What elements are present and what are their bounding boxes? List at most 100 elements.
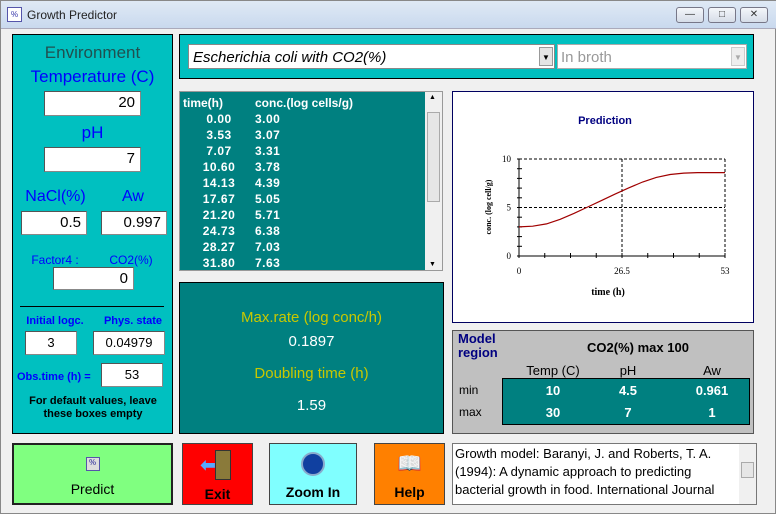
model-column-header: Aw [703,363,721,378]
scroll-down-icon[interactable]: ▼ [429,261,436,268]
book-icon: 📖 [397,453,422,475]
medium-select[interactable]: In broth ▼ [557,44,747,69]
table-row: 21.20 5.71 [183,207,353,223]
chart-svg: Prediction time (h) conc. (log cell/g) 0… [484,115,731,298]
conc-cell: 3.78 [255,160,281,174]
factor4-label: Factor4 : [31,253,79,267]
time-cell: 7.07 [206,144,232,158]
results-list[interactable]: time(h) conc.(log cells/g) 0.00 3.00 3.53 3.0… [179,91,443,271]
table-row: 14.13 4.39 [183,175,353,191]
conc-cell: 3.07 [255,128,281,142]
initial-label: Initial logc. [26,315,84,327]
model-cell: 30 [545,405,561,420]
obs-time-input[interactable]: 53 [101,363,163,387]
max-rate-label: Max.rate (log conc/h) [241,309,382,326]
y-tick-label: 10 [502,154,512,164]
temperature-label: Temperature (C) [30,67,155,86]
time-cell: 31.80 [202,256,236,270]
predict-label: Predict [70,481,115,497]
conc-cell: 7.63 [255,256,281,270]
scrollbar-thumb[interactable] [427,112,440,202]
model-cell: 4.5 [618,383,638,398]
reference-textbox[interactable]: Growth model: Baranyi, J. and Roberts, T… [452,443,757,505]
y-axis-label: conc. (log cell/g) [484,179,493,234]
x-tick-label: 0 [517,266,522,276]
exit-door-icon: ⬅ [201,450,235,480]
phys-state-input[interactable]: 0.04979 [93,331,165,355]
conc-cell: 6.38 [255,224,281,238]
model-column-header: pH [619,363,637,378]
window-title: Growth Predictor [27,8,118,22]
x-axis-label: time (h) [591,287,625,298]
initial-input[interactable]: 3 [25,331,77,355]
title-bar: % Growth Predictor — □ ✕ [1,1,776,29]
app-icon: % [7,7,22,22]
nacl-input[interactable]: 0.5 [21,211,87,235]
time-cell: 28.27 [202,240,236,254]
aw-label: Aw [122,188,144,205]
scrollbar[interactable]: ▲ ▼ [425,92,442,270]
model-column-header: Temp (C) [526,363,580,378]
rates-panel: Max.rate (log conc/h) 0.1897 Doubling ti… [179,282,444,434]
reference-text: Growth model: Baranyi, J. and Roberts, T… [455,446,715,497]
doubling-value: 1.59 [296,397,327,414]
scroll-up-icon[interactable]: ▲ [429,94,436,101]
ph-input[interactable]: 7 [44,147,141,172]
column-header: time(h) [183,96,223,110]
x-tick-label: 26.5 [614,266,630,276]
zoom-in-button[interactable]: Zoom In [269,443,357,505]
temperature-input[interactable]: 20 [44,91,141,116]
conc-cell: 5.05 [255,192,281,206]
medium-value: In broth [561,49,612,66]
max-rate-value: 0.1897 [288,333,335,350]
chart-title: Prediction [578,115,632,127]
organism-select[interactable]: Escherichia coli with CO2(%) ▼ [188,44,555,69]
help-button[interactable]: 📖 Help [374,443,445,505]
predict-button[interactable]: % Predict [12,443,173,505]
close-button[interactable]: ✕ [740,7,768,23]
zoom-in-label: Zoom In [285,484,341,500]
chevron-down-icon: ▼ [731,47,745,66]
table-row: 24.73 6.38 [183,223,353,239]
model-cell: 0.961 [695,383,729,398]
environment-panel: Environment Temperature (C) 20 pH 7 NaCl… [12,34,173,434]
organism-value: Escherichia coli with CO2(%) [193,49,387,66]
model-cell: 1 [708,405,716,420]
environment-heading: Environment [44,43,141,62]
x-tick-label: 53 [721,266,731,276]
aw-input[interactable]: 0.997 [101,211,167,235]
maximize-button[interactable]: □ [708,7,736,23]
conc-cell: 5.71 [255,208,281,222]
column-header: conc.(log cells/g) [255,96,354,110]
table-row: 3.53 3.07 [183,127,353,143]
reference-scrollbar[interactable] [739,444,756,504]
table-row: 7.07 3.31 [183,143,353,159]
model-region-panel: Model region CO2(%) max 100 Temp (C) pH Aw… [452,330,754,434]
time-cell: 17.67 [202,192,236,206]
model-row-label: min [459,383,479,397]
exit-button[interactable]: ⬅ Exit [182,443,253,505]
factor4-name: CO2(%) [109,253,153,267]
exit-label: Exit [204,486,231,502]
table-row: 28.27 7.03 [183,239,353,255]
doubling-label: Doubling time (h) [254,365,369,382]
scrollbar-thumb[interactable] [741,462,754,478]
y-tick-label: 0 [507,251,512,261]
predict-icon: % [85,457,100,471]
table-row: 0.00 3.00 [183,111,353,127]
time-cell: 10.60 [202,160,236,174]
model-row-label: max [459,405,482,419]
time-cell: 24.73 [202,224,236,238]
table-header: time(h) conc.(log cells/g) [183,95,353,111]
default-note: For default values, leave these boxes em… [29,395,157,420]
table-row: 10.60 3.78 [183,159,353,175]
chevron-down-icon[interactable]: ▼ [539,47,553,66]
organism-panel: Escherichia coli with CO2(%) ▼ In broth … [179,34,754,79]
factor4-input[interactable]: 0 [53,267,134,290]
nacl-label: NaCl(%) [25,188,86,205]
minimize-button[interactable]: — [676,7,704,23]
conc-cell: 4.39 [255,176,281,190]
conc-cell: 3.31 [255,144,281,158]
help-label: Help [394,484,425,500]
time-cell: 14.13 [202,176,236,190]
